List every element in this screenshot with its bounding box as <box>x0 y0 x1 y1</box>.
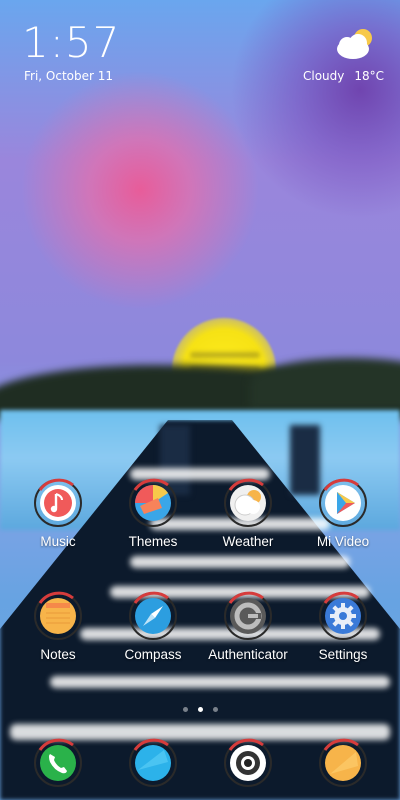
app-mi-video[interactable]: Mi Video <box>298 478 388 549</box>
home-screen: 1:57 Fri, October 11 Cloudy 18°C Music T… <box>0 0 400 800</box>
messaging-icon <box>129 738 177 787</box>
wallpaper-plank <box>50 676 390 688</box>
app-notes[interactable]: Notes <box>13 591 103 662</box>
app-label: Notes <box>40 647 76 662</box>
page-dot-active[interactable] <box>197 707 203 712</box>
weather-icon <box>224 478 272 527</box>
app-weather[interactable]: Weather <box>203 478 293 549</box>
clock-time[interactable]: 1:57 <box>22 18 120 67</box>
dock-browser[interactable] <box>298 738 388 788</box>
clock-weather-widget[interactable]: 1:57 Fri, October 11 Cloudy 18°C <box>0 0 400 90</box>
app-label: Themes <box>128 534 178 549</box>
wallpaper-sun-band <box>190 352 260 358</box>
dock-camera[interactable] <box>203 738 293 788</box>
app-themes[interactable]: Themes <box>108 478 198 549</box>
gear-icon <box>319 591 367 640</box>
app-label: Compass <box>124 647 182 662</box>
weather-condition: Cloudy <box>303 69 345 83</box>
dock-messaging[interactable] <box>108 738 198 788</box>
wallpaper-plank <box>130 556 350 568</box>
page-dot[interactable] <box>212 707 218 712</box>
weather-temperature: 18°C <box>354 69 385 83</box>
phone-icon <box>34 738 82 787</box>
app-settings[interactable]: Settings <box>298 591 388 662</box>
dock-phone[interactable] <box>13 738 103 788</box>
wallpaper-pink-glow <box>20 70 260 310</box>
video-play-icon <box>319 478 367 527</box>
app-label: Authenticator <box>208 647 288 662</box>
notes-icon <box>34 591 82 640</box>
compass-icon <box>129 591 177 640</box>
app-label: Weather <box>222 534 274 549</box>
authenticator-icon <box>224 591 272 640</box>
page-indicator[interactable] <box>0 697 400 716</box>
cloud-sun-icon[interactable] <box>331 25 379 63</box>
page-dot[interactable] <box>182 707 188 712</box>
weather-summary: Cloudy 18°C <box>303 69 394 83</box>
browser-icon <box>319 738 367 787</box>
clock-date: Fri, October 11 <box>24 69 114 83</box>
music-icon <box>34 478 82 527</box>
app-compass[interactable]: Compass <box>108 591 198 662</box>
app-label: Mi Video <box>316 534 370 549</box>
themes-icon <box>129 478 177 527</box>
app-authenticator[interactable]: Authenticator <box>203 591 293 662</box>
app-label: Settings <box>318 647 368 662</box>
app-music[interactable]: Music <box>13 478 103 549</box>
camera-icon <box>224 738 272 787</box>
app-label: Music <box>40 534 76 549</box>
